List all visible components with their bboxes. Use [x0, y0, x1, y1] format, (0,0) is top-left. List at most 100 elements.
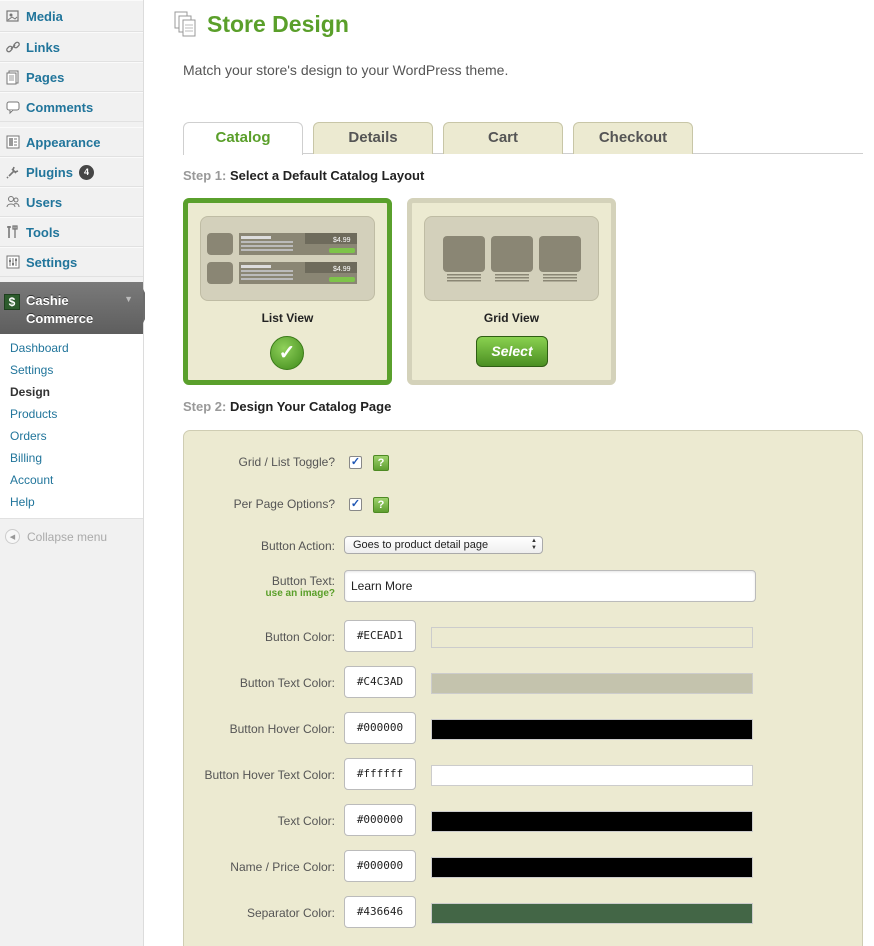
submenu-item-dashboard[interactable]: Dashboard [0, 337, 143, 359]
help-icon[interactable]: ? [373, 455, 389, 471]
name-price-color-input[interactable]: #000000 [344, 850, 416, 882]
step1-prefix: Step 1: [183, 168, 227, 183]
button-action-value: Goes to product detail page [353, 539, 489, 551]
help-icon[interactable]: ? [373, 497, 389, 513]
button-text-color-swatch[interactable] [431, 673, 753, 694]
sidebar-item-pages[interactable]: Pages [0, 62, 143, 92]
tab-cart[interactable]: Cart [443, 122, 563, 154]
main-content: Store Design Match your store's design t… [145, 0, 874, 946]
sidebar-item-label: Settings [26, 254, 78, 270]
plugins-update-badge: 4 [78, 164, 94, 180]
tab-checkout[interactable]: Checkout [573, 122, 693, 154]
sidebar-item-settings[interactable]: Settings [0, 247, 143, 277]
cashie-submenu: Dashboard Settings Design Products Order… [0, 334, 143, 519]
grid-toggle-label: Grid / List Toggle? [238, 455, 336, 469]
tab-details[interactable]: Details [313, 122, 433, 154]
catalog-design-panel: Grid / List Toggle? ✓ ? Per Page Options… [183, 430, 863, 946]
collapse-menu-label: Collapse menu [27, 529, 108, 544]
list-view-preview: $4.99 $4.99 [200, 216, 375, 301]
link-icon [4, 38, 22, 56]
color-label: Button Color: [264, 630, 335, 644]
cashie-label-line2: Commerce [26, 311, 94, 326]
select-grid-view-button[interactable]: Select [476, 336, 548, 367]
button-action-label: Button Action: [260, 539, 335, 553]
color-label: Name / Price Color: [230, 860, 335, 874]
media-icon [4, 7, 22, 25]
button-text-input[interactable]: Learn More [344, 570, 756, 602]
step2-prefix: Step 2: [183, 399, 227, 414]
separator-color-swatch[interactable] [431, 903, 753, 924]
pages-icon [173, 10, 199, 38]
button-color-input[interactable]: #ECEAD1 [344, 620, 416, 652]
comments-icon [4, 98, 22, 116]
button-hover-color-input[interactable]: #000000 [344, 712, 416, 744]
sidebar-item-links[interactable]: Links [0, 32, 143, 62]
submenu-item-products[interactable]: Products [0, 403, 143, 425]
appearance-icon [4, 133, 22, 151]
sidebar-item-label: Tools [26, 224, 60, 240]
sidebar-item-users[interactable]: Users [0, 187, 143, 217]
button-hover-text-color-swatch[interactable] [431, 765, 753, 786]
sidebar-item-media[interactable]: Media [0, 0, 143, 32]
grid-view-label: Grid View [483, 311, 540, 325]
submenu-item-billing[interactable]: Billing [0, 447, 143, 469]
collapse-menu-button[interactable]: ◀ Collapse menu [0, 519, 143, 544]
sidebar-item-label: Comments [26, 99, 94, 115]
submenu-item-design[interactable]: Design [0, 381, 143, 403]
button-action-select[interactable]: Goes to product detail page ▲ ▼ [344, 536, 543, 554]
button-hover-color-swatch[interactable] [431, 719, 753, 740]
button-hover-text-color-input[interactable]: #ffffff [344, 758, 416, 790]
step2-heading: Step 2: Design Your Catalog Page [183, 399, 391, 414]
step1-heading: Step 1: Select a Default Catalog Layout [183, 168, 424, 183]
page-title: Store Design [207, 10, 349, 37]
collapse-arrow-icon: ◀ [5, 529, 20, 544]
design-tabs: Catalog Details Cart Checkout [183, 122, 863, 155]
color-label: Separator Color: [246, 906, 335, 920]
users-icon [4, 193, 22, 211]
grid-view-preview [424, 216, 599, 301]
button-text-label: Button Text: [271, 574, 335, 588]
select-arrows-icon: ▲ ▼ [531, 538, 537, 551]
sidebar-item-appearance[interactable]: Appearance [0, 127, 143, 157]
sidebar-item-label: Users [26, 194, 63, 210]
layout-card-list[interactable]: $4.99 $4.99 List View ✓ [183, 198, 392, 385]
submenu-item-orders[interactable]: Orders [0, 425, 143, 447]
sidebar-item-cashie-commerce[interactable]: $ Cashie Commerce ▼ [0, 282, 152, 334]
layout-card-grid[interactable]: Grid View Select [407, 198, 616, 385]
dollar-icon: $ [4, 294, 20, 310]
sidebar-item-comments[interactable]: Comments [0, 92, 143, 122]
grid-toggle-checkbox[interactable]: ✓ [349, 456, 362, 469]
admin-sidebar: Media Links Pages Comments Appearance Pl… [0, 0, 152, 946]
pages-icon [4, 68, 22, 86]
per-page-checkbox[interactable]: ✓ [349, 498, 362, 511]
text-color-input[interactable]: #000000 [344, 804, 416, 836]
use-image-link[interactable]: use an image? [266, 588, 335, 599]
sidebar-item-label: Pages [26, 69, 65, 85]
settings-icon [4, 253, 22, 271]
sidebar-item-plugins[interactable]: Plugins 4 [0, 157, 143, 187]
sidebar-item-label: Appearance [26, 134, 101, 150]
sidebar-item-tools[interactable]: Tools [0, 217, 143, 247]
color-label: Button Hover Color: [229, 722, 335, 736]
chevron-down-icon[interactable]: ▼ [124, 294, 133, 304]
price-tag-label: $4.99 [333, 237, 351, 244]
color-label: Button Text Color: [239, 676, 335, 690]
text-color-swatch[interactable] [431, 811, 753, 832]
checkmark-icon: ✓ [270, 336, 304, 370]
plugins-icon [4, 163, 22, 181]
list-view-label: List View [261, 311, 314, 325]
step2-text: Design Your Catalog Page [229, 399, 392, 414]
button-text-color-input[interactable]: #C4C3AD [344, 666, 416, 698]
submenu-item-help[interactable]: Help [0, 491, 143, 513]
button-color-swatch[interactable] [431, 627, 753, 648]
tab-catalog[interactable]: Catalog [183, 122, 303, 155]
per-page-label: Per Page Options? [233, 497, 335, 511]
separator-color-input[interactable]: #436646 [344, 896, 416, 928]
submenu-item-account[interactable]: Account [0, 469, 143, 491]
cashie-label-line1: Cashie [26, 293, 69, 308]
name-price-color-swatch[interactable] [431, 857, 753, 878]
color-label: Button Hover Text Color: [204, 768, 335, 782]
sidebar-item-label: Plugins [26, 164, 73, 180]
submenu-item-settings[interactable]: Settings [0, 359, 143, 381]
page-description: Match your store's design to your WordPr… [183, 62, 509, 78]
